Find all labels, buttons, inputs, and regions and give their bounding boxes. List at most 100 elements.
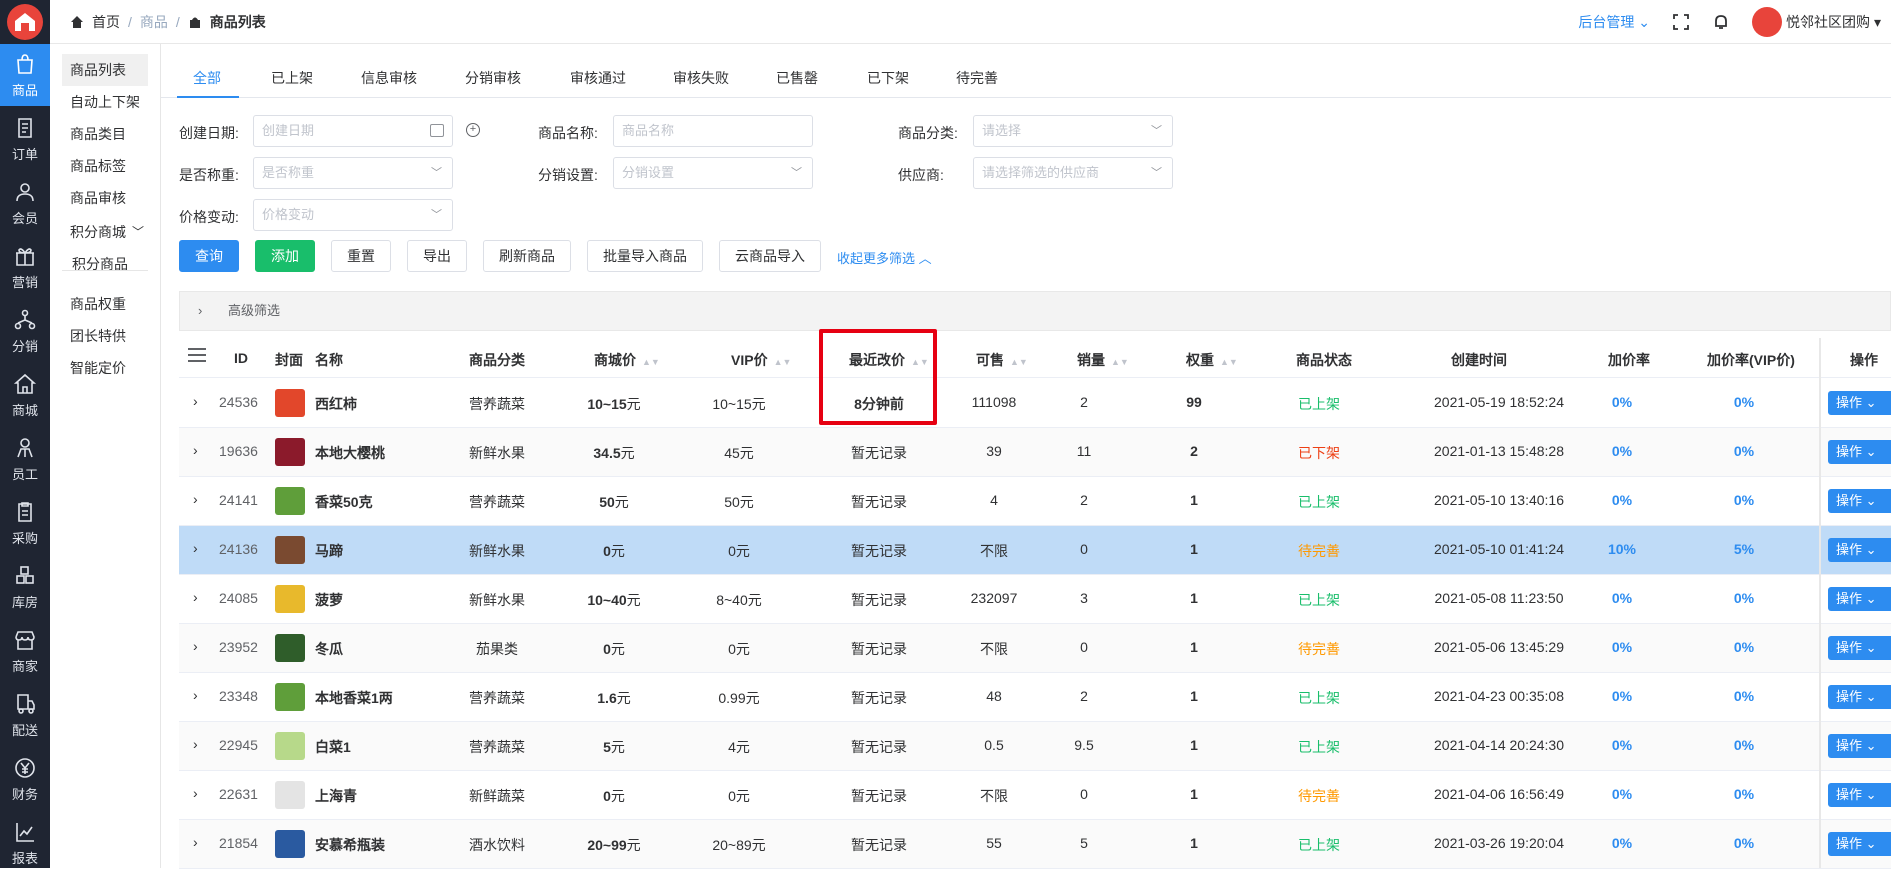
cloud-import-button[interactable]: 云商品导入 xyxy=(719,240,821,272)
row-operation-button[interactable]: 操作 ⌄ xyxy=(1828,587,1891,611)
expand-row-icon[interactable]: › xyxy=(193,491,198,507)
rail-item-5[interactable]: 商城 xyxy=(0,364,50,426)
table-row[interactable]: › 22631 上海青 新鲜蔬菜 0元 0元 暂无记录 不限 0 1 待完善 2021-04-06 1… xyxy=(179,771,1891,820)
cell-name[interactable]: 本地大樱桃 xyxy=(315,443,385,463)
tab-sold-out[interactable]: 已售罄 xyxy=(776,68,818,88)
row-operation-button[interactable]: 操作 ⌄ xyxy=(1828,538,1891,562)
col-sales[interactable]: 销量 ▲▼ xyxy=(1077,350,1129,370)
rail-item-11[interactable]: 财务 xyxy=(0,748,50,810)
table-row[interactable]: › 24085 菠萝 新鲜水果 10~40元 8~40元 暂无记录 232097 3 1 已上架 20… xyxy=(179,575,1891,624)
table-row[interactable]: › 19636 本地大樱桃 新鲜水果 34.5元 45元 暂无记录 39 11 2 已下架 2021-… xyxy=(179,428,1891,477)
supplier-select[interactable]: 请选择筛选的供应商 ﹀ xyxy=(973,157,1173,189)
expand-row-icon[interactable]: › xyxy=(193,638,198,654)
cell-name[interactable]: 白菜1 xyxy=(315,737,351,757)
breadcrumb-home[interactable]: 首页 xyxy=(92,12,120,32)
submenu-weight[interactable]: 商品权重 xyxy=(62,288,148,320)
submenu-smart-pricing[interactable]: 智能定价 xyxy=(62,352,148,384)
row-operation-button[interactable]: 操作 ⌄ xyxy=(1828,440,1891,464)
rail-item-9[interactable]: 商家 xyxy=(0,620,50,682)
submenu-goods-list[interactable]: 商品列表 xyxy=(62,54,148,86)
submenu-review[interactable]: 商品审核 xyxy=(62,182,148,214)
row-operation-button[interactable]: 操作 ⌄ xyxy=(1828,832,1891,856)
table-row[interactable]: › 24536 西红柿 营养蔬菜 10~15元 10~15元 8分钟前 111098 2 99 已上… xyxy=(179,379,1891,428)
admin-dropdown[interactable]: 后台管理 ⌄ xyxy=(1578,12,1650,32)
rail-item-10[interactable]: 配送 xyxy=(0,684,50,746)
category-select[interactable]: 请选择 ﹀ xyxy=(973,115,1173,147)
row-operation-button[interactable]: 操作 ⌄ xyxy=(1828,734,1891,758)
batch-import-button[interactable]: 批量导入商品 xyxy=(587,240,703,272)
expand-row-icon[interactable]: › xyxy=(193,785,198,801)
fullscreen-icon[interactable] xyxy=(1672,13,1690,31)
rail-item-2[interactable]: 会员 xyxy=(0,172,50,234)
name-input[interactable]: 商品名称 xyxy=(613,115,813,147)
table-row[interactable]: › 23952 冬瓜 茄果类 0元 0元 暂无记录 不限 0 1 待完善 2021-05-06 13:… xyxy=(179,624,1891,673)
breadcrumb-goods[interactable]: 商品 xyxy=(140,12,168,32)
cell-name[interactable]: 安慕希瓶装 xyxy=(315,835,385,855)
refresh-button[interactable]: 刷新商品 xyxy=(483,240,571,272)
tab-incomplete[interactable]: 待完善 xyxy=(956,68,998,88)
rail-item-4[interactable]: 分销 xyxy=(0,300,50,362)
submenu-points-mall[interactable]: 积分商城 ﹀ xyxy=(62,216,148,248)
table-row[interactable]: › 24136 马蹄 新鲜水果 0元 0元 暂无记录 不限 0 1 待完善 2021-05-10 01… xyxy=(179,526,1891,575)
rail-item-1[interactable]: 订单 xyxy=(0,108,50,170)
col-available[interactable]: 可售 ▲▼ xyxy=(976,350,1028,370)
weigh-select[interactable]: 是否称重 ﹀ xyxy=(253,157,453,189)
tab-info-review[interactable]: 信息审核 xyxy=(361,68,417,88)
user-menu[interactable]: 悦邻社区团购 ▾ xyxy=(1751,7,1881,37)
bell-icon[interactable] xyxy=(1712,13,1730,31)
rail-item-0[interactable]: 商品 xyxy=(0,44,50,106)
expand-row-icon[interactable]: › xyxy=(193,442,198,458)
app-logo[interactable] xyxy=(7,4,43,40)
export-button[interactable]: 导出 xyxy=(407,240,467,272)
add-button[interactable]: 添加 xyxy=(255,240,315,272)
collapse-filters-link[interactable]: 收起更多筛选 ︿ xyxy=(837,248,932,267)
table-row[interactable]: › 23348 本地香菜1两 营养蔬菜 1.6元 0.99元 暂无记录 48 2 1 已上架 2021… xyxy=(179,673,1891,722)
rail-item-7[interactable]: 采购 xyxy=(0,492,50,554)
submenu-auto-shelf[interactable]: 自动上下架 xyxy=(62,86,148,118)
col-vip-price[interactable]: VIP价 ▲▼ xyxy=(731,350,791,370)
expand-row-icon[interactable]: › xyxy=(193,540,198,556)
row-operation-button[interactable]: 操作 ⌄ xyxy=(1828,783,1891,807)
expand-row-icon[interactable]: › xyxy=(193,736,198,752)
table-row[interactable]: › 21854 安慕希瓶装 酒水饮料 20~99元 20~89元 暂无记录 55 5 1 已上架 20… xyxy=(179,820,1891,869)
dist-select[interactable]: 分销设置 ﹀ xyxy=(613,157,813,189)
col-mall-price[interactable]: 商城价 ▲▼ xyxy=(594,350,660,370)
column-settings-icon[interactable] xyxy=(188,348,206,364)
rail-item-6[interactable]: 员工 xyxy=(0,428,50,490)
submenu-category[interactable]: 商品类目 xyxy=(62,118,148,150)
cell-name[interactable]: 本地香菜1两 xyxy=(315,688,393,708)
table-row[interactable]: › 22945 白菜1 营养蔬菜 5元 4元 暂无记录 0.5 9.5 1 已上架 2021-04-1… xyxy=(179,722,1891,771)
price-change-select[interactable]: 价格变动 ﹀ xyxy=(253,199,453,231)
tab-approved[interactable]: 审核通过 xyxy=(570,68,626,88)
expand-row-icon[interactable]: › xyxy=(193,687,198,703)
advanced-filter-bar[interactable]: › 高级筛选 xyxy=(179,291,1891,331)
tab-dist-review[interactable]: 分销审核 xyxy=(465,68,521,88)
rail-item-8[interactable]: 库房 xyxy=(0,556,50,618)
query-button[interactable]: 查询 xyxy=(179,240,239,272)
expand-row-icon[interactable]: › xyxy=(193,589,198,605)
create-date-input[interactable]: 创建日期 xyxy=(253,115,453,147)
tab-rejected[interactable]: 审核失败 xyxy=(673,68,729,88)
row-operation-button[interactable]: 操作 ⌄ xyxy=(1828,489,1891,513)
submenu-leader-special[interactable]: 团长特供 xyxy=(62,320,148,352)
tab-all[interactable]: 全部 xyxy=(193,68,221,88)
rail-item-12[interactable]: 报表 xyxy=(0,812,50,874)
cell-name[interactable]: 马蹄 xyxy=(315,541,343,561)
add-date-icon[interactable]: + xyxy=(466,123,480,137)
col-weight[interactable]: 权重 ▲▼ xyxy=(1186,350,1238,370)
submenu-points-goods[interactable]: 积分商品 xyxy=(62,248,148,280)
row-operation-button[interactable]: 操作 ⌄ xyxy=(1828,391,1891,415)
expand-row-icon[interactable]: › xyxy=(193,834,198,850)
cell-name[interactable]: 上海青 xyxy=(315,786,357,806)
tab-off-shelf[interactable]: 已下架 xyxy=(867,68,909,88)
rail-item-3[interactable]: 营销 xyxy=(0,236,50,298)
cell-name[interactable]: 冬瓜 xyxy=(315,639,343,659)
submenu-tags[interactable]: 商品标签 xyxy=(62,150,148,182)
row-operation-button[interactable]: 操作 ⌄ xyxy=(1828,685,1891,709)
reset-button[interactable]: 重置 xyxy=(331,240,391,272)
table-row[interactable]: › 24141 香菜50克 营养蔬菜 50元 50元 暂无记录 4 2 1 已上架 2021-05-1… xyxy=(179,477,1891,526)
cell-name[interactable]: 菠萝 xyxy=(315,590,343,610)
cell-name[interactable]: 西红柿 xyxy=(315,394,357,414)
row-operation-button[interactable]: 操作 ⌄ xyxy=(1828,636,1891,660)
tab-on-shelf[interactable]: 已上架 xyxy=(271,68,313,88)
